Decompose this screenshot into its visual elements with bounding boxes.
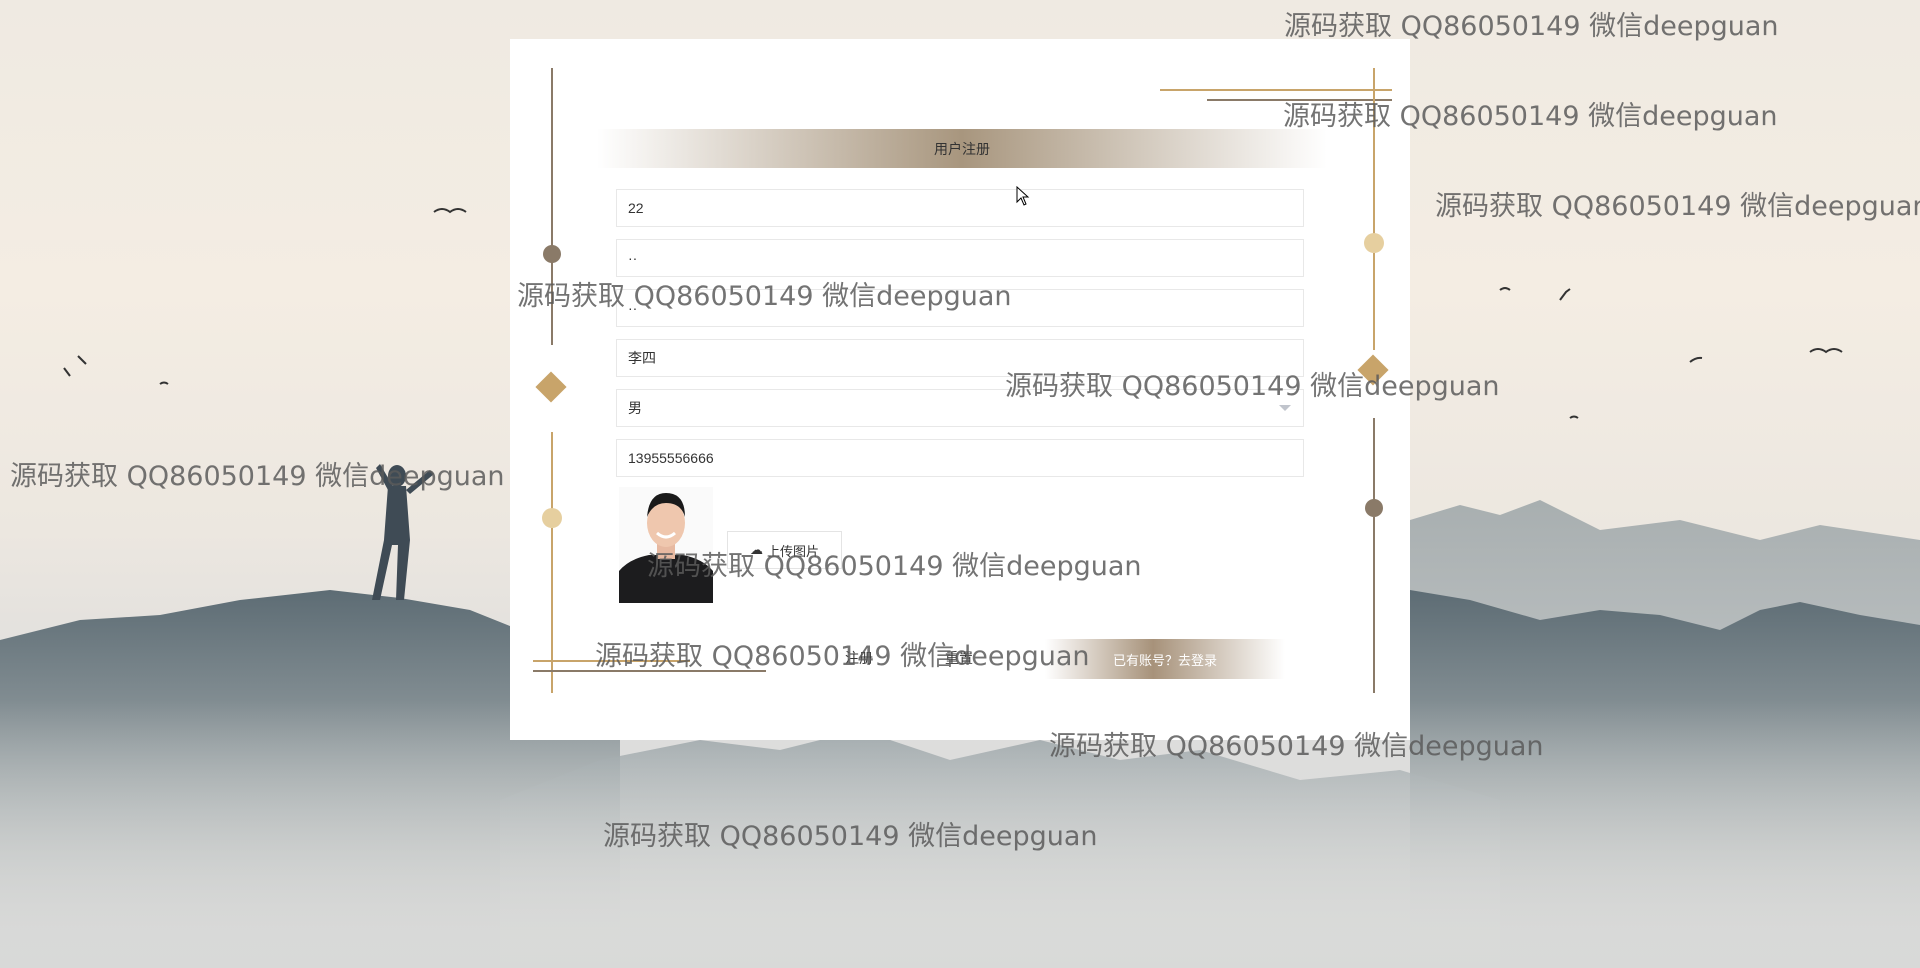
- chevron-down-icon: [1279, 405, 1291, 411]
- watermark-text: 源码获取 QQ86050149 微信deepguan: [1283, 101, 1778, 132]
- watermark-text: 源码获取 QQ86050149 微信deepguan: [647, 551, 1142, 582]
- watermark-text: 源码获取 QQ86050149 微信deepguan: [1435, 191, 1920, 222]
- username-input[interactable]: [616, 189, 1304, 227]
- watermark-text: 源码获取 QQ86050149 微信deepguan: [1284, 11, 1779, 42]
- watermark-text: 源码获取 QQ86050149 微信deepguan: [1005, 371, 1500, 402]
- watermark-text: 源码获取 QQ86050149 微信deepguan: [603, 821, 1098, 852]
- watermark-text: 源码获取 QQ86050149 微信deepguan: [1049, 731, 1544, 762]
- watermark-text: 源码获取 QQ86050149 微信deepguan: [595, 641, 1090, 672]
- watermark-text: 源码获取 QQ86050149 微信deepguan: [10, 461, 505, 492]
- watermark-text: 源码获取 QQ86050149 微信deepguan: [517, 281, 1012, 312]
- phone-input[interactable]: [616, 439, 1304, 477]
- mouse-cursor-icon: [1016, 186, 1030, 206]
- form-title: 用户注册: [597, 129, 1327, 168]
- gender-select-value: 男: [628, 400, 642, 416]
- password-input[interactable]: [616, 239, 1304, 277]
